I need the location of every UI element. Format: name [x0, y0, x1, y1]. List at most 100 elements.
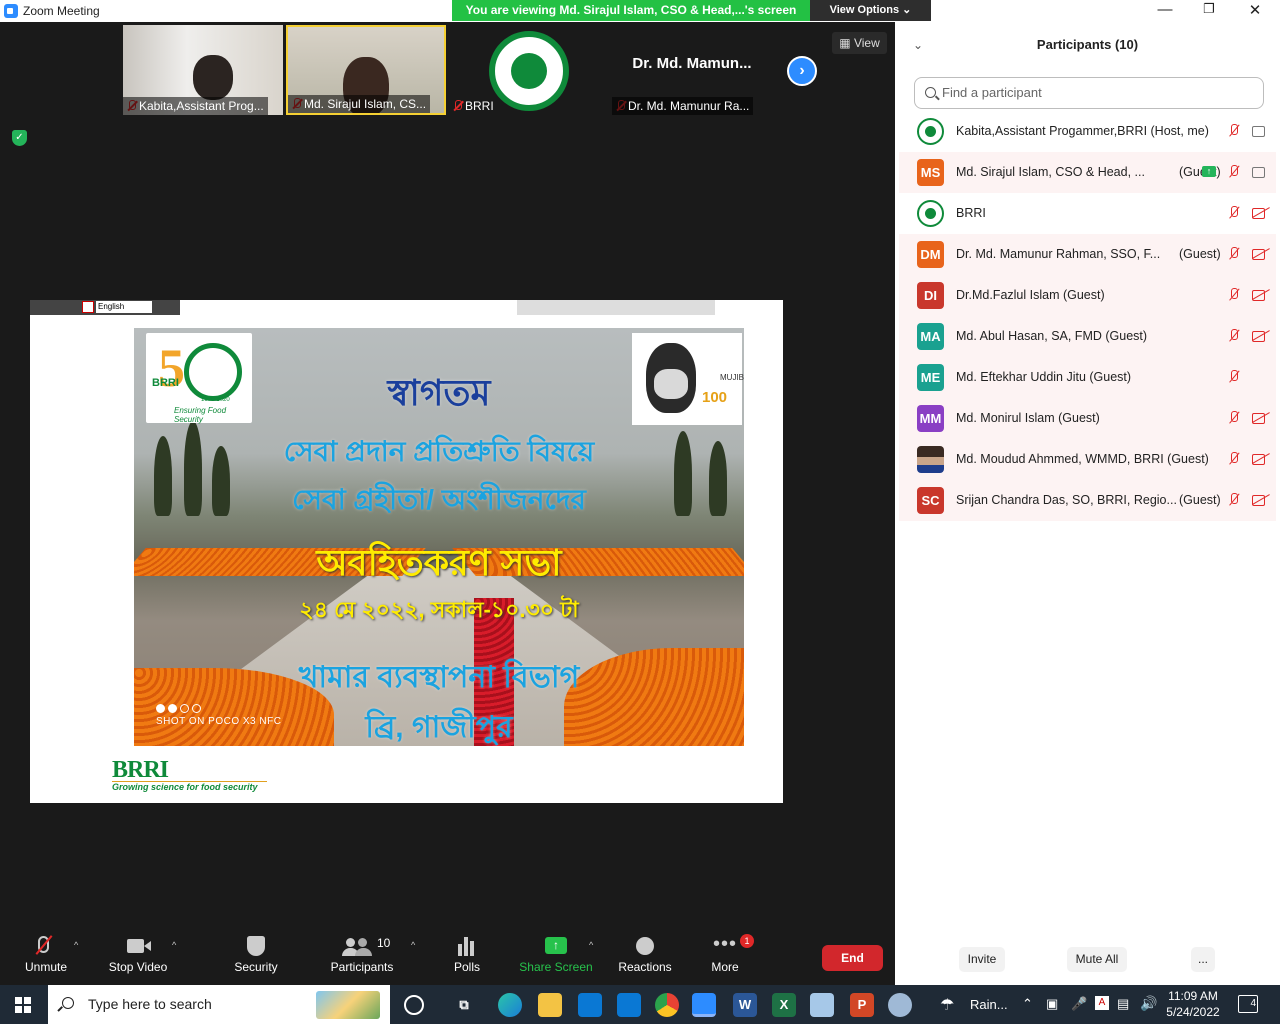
- participant-row[interactable]: Kabita,Assistant Progammer,BRRI (Host, m…: [899, 111, 1276, 152]
- edge-icon[interactable]: [498, 993, 522, 1017]
- video-tile-active[interactable]: Md. Sirajul Islam, CS...: [286, 25, 446, 115]
- muted-mic-icon[interactable]: [1227, 370, 1241, 384]
- participant-row[interactable]: SC Srijan Chandra Das, SO, BRRI, Regio...…: [899, 480, 1276, 521]
- participant-search-input[interactable]: Find a participant: [914, 77, 1264, 109]
- tray-mic-icon[interactable]: 🎤: [1071, 996, 1087, 1012]
- search-icon: [925, 87, 936, 98]
- task-view-icon[interactable]: ⧉: [452, 993, 476, 1017]
- brri-logo-avatar: [917, 200, 944, 227]
- tray-chevron-icon[interactable]: ⌃: [1022, 996, 1033, 1012]
- more-notification-badge: 1: [740, 934, 754, 948]
- participant-row[interactable]: BRRI: [899, 193, 1276, 234]
- mute-all-button[interactable]: Mute All: [1067, 947, 1127, 972]
- chrome-icon[interactable]: [655, 993, 679, 1017]
- share-screen-icon: ↑: [518, 934, 594, 960]
- video-off-icon[interactable]: [1252, 248, 1269, 260]
- participant-row[interactable]: DI Dr.Md.Fazlul Islam (Guest): [899, 275, 1276, 316]
- tray-meet-icon[interactable]: ▣: [1046, 996, 1058, 1012]
- paint-icon[interactable]: [888, 993, 912, 1017]
- view-options-button[interactable]: View Options ⌄: [810, 0, 931, 21]
- initials-avatar: ME: [917, 364, 944, 391]
- file-explorer-icon[interactable]: [538, 993, 562, 1017]
- muted-mic-icon[interactable]: [1227, 493, 1241, 507]
- clock-time: 11:09 AM: [1168, 989, 1218, 1003]
- tray-acrobat-icon[interactable]: A: [1095, 996, 1109, 1010]
- powerpoint-icon[interactable]: P: [850, 993, 874, 1017]
- security-button[interactable]: Security: [228, 934, 284, 974]
- windows-taskbar: Type here to search ⧉ W X P ☂ Rain... ⌃ …: [0, 985, 1280, 1024]
- more-label: More: [711, 960, 739, 974]
- view-button[interactable]: ▦ View: [832, 32, 887, 54]
- windows-start-icon[interactable]: [15, 997, 31, 1013]
- excel-icon[interactable]: X: [772, 993, 796, 1017]
- participant-row[interactable]: MM Md. Monirul Islam (Guest): [899, 398, 1276, 439]
- unmute-button[interactable]: Unmute: [18, 934, 74, 974]
- share-caret-icon[interactable]: ^: [589, 940, 593, 950]
- video-on-icon[interactable]: [1252, 166, 1269, 178]
- meeting-toolbar: Unmute ^ Stop Video ^ Security Participa…: [0, 928, 895, 984]
- weather-rain-icon[interactable]: ☂: [940, 995, 954, 1015]
- tile-label: Dr. Md. Mamunur Ra...: [612, 97, 754, 115]
- muted-mic-icon[interactable]: [1227, 165, 1241, 179]
- reactions-button[interactable]: Reactions: [615, 934, 675, 974]
- end-meeting-button[interactable]: End: [822, 945, 883, 971]
- encryption-shield-icon[interactable]: ✓: [12, 130, 27, 146]
- clock-date: 5/24/2022: [1166, 1005, 1220, 1019]
- participants-caret-icon[interactable]: ^: [411, 940, 415, 950]
- maximize-icon[interactable]: ❐: [1199, 1, 1219, 17]
- video-tile[interactable]: BRRI: [449, 25, 609, 115]
- notification-center-icon[interactable]: 4: [1238, 995, 1258, 1013]
- muted-mic-icon: [18, 934, 74, 960]
- cortana-icon[interactable]: [404, 995, 424, 1015]
- mail-icon[interactable]: [617, 993, 641, 1017]
- zoom-taskbar-icon[interactable]: [692, 993, 716, 1017]
- muted-mic-icon[interactable]: [1227, 288, 1241, 302]
- taskbar-search-input[interactable]: Type here to search: [48, 985, 390, 1024]
- participant-row[interactable]: ME Md. Eftekhar Uddin Jitu (Guest): [899, 357, 1276, 398]
- next-page-arrow-icon[interactable]: ›: [787, 56, 817, 86]
- unmute-label: Unmute: [24, 960, 68, 974]
- participant-row[interactable]: MA Md. Abul Hasan, SA, FMD (Guest): [899, 316, 1276, 357]
- muted-mic-icon[interactable]: [1227, 411, 1241, 425]
- close-icon[interactable]: ✕: [1245, 1, 1265, 19]
- tray-network-icon[interactable]: ▤: [1117, 996, 1129, 1012]
- muted-mic-icon[interactable]: [1227, 452, 1241, 466]
- video-on-icon[interactable]: [1252, 125, 1269, 137]
- participant-row[interactable]: DM Dr. Md. Mamunur Rahman, SSO, F... (Gues…: [899, 234, 1276, 275]
- video-off-icon[interactable]: [1252, 207, 1269, 219]
- participant-row[interactable]: Md. Moudud Ahmmed, WMMD, BRRI (Guest): [899, 439, 1276, 480]
- tray-volume-icon[interactable]: 🔊: [1140, 995, 1157, 1012]
- sharing-indicator-icon: ↑: [1202, 166, 1216, 177]
- collapse-chevron-icon[interactable]: ⌄: [913, 22, 923, 68]
- word-icon[interactable]: W: [733, 993, 757, 1017]
- muted-mic-icon[interactable]: [1227, 247, 1241, 261]
- video-off-icon[interactable]: [1252, 412, 1269, 424]
- video-off-icon[interactable]: [1252, 289, 1269, 301]
- audio-caret-icon[interactable]: ^: [74, 940, 78, 950]
- participant-row[interactable]: MS Md. Sirajul Islam, CSO & Head, ... (Gue…: [899, 152, 1276, 193]
- polls-button[interactable]: Polls: [446, 934, 488, 974]
- video-off-icon[interactable]: [1252, 330, 1269, 342]
- muted-mic-icon[interactable]: [1227, 124, 1241, 138]
- minimize-icon[interactable]: —: [1155, 1, 1175, 18]
- video-tile[interactable]: Kabita,Assistant Prog...: [123, 25, 283, 115]
- weather-label[interactable]: Rain...: [970, 997, 1008, 1012]
- participant-name: Dr.Md.Fazlul Islam (Guest): [956, 288, 1105, 302]
- share-screen-button[interactable]: ↑ Share Screen: [518, 934, 594, 974]
- video-tile[interactable]: Dr. Md. Mamun... Dr. Md. Mamunur Ra...: [612, 25, 772, 115]
- invite-button[interactable]: Invite: [959, 947, 1005, 972]
- panel-more-button[interactable]: ...: [1191, 947, 1215, 972]
- search-highlight-image: [316, 991, 380, 1019]
- search-placeholder: Find a participant: [942, 85, 1042, 100]
- muted-mic-icon[interactable]: [1227, 329, 1241, 343]
- muted-mic-icon[interactable]: [1227, 206, 1241, 220]
- notepad-icon[interactable]: [810, 993, 834, 1017]
- slide-line-3: সেবা গ্রহীতা/ অংশীজনদের: [292, 484, 586, 515]
- store-icon[interactable]: [578, 993, 602, 1017]
- video-off-icon[interactable]: [1252, 494, 1269, 506]
- taskbar-clock[interactable]: 11:09 AM 5/24/2022: [1162, 988, 1224, 1020]
- video-off-icon[interactable]: [1252, 453, 1269, 465]
- video-caret-icon[interactable]: ^: [172, 940, 176, 950]
- stop-video-button[interactable]: Stop Video: [103, 934, 173, 974]
- participants-panel: ⌄ Participants (10) Find a participant K…: [895, 22, 1280, 985]
